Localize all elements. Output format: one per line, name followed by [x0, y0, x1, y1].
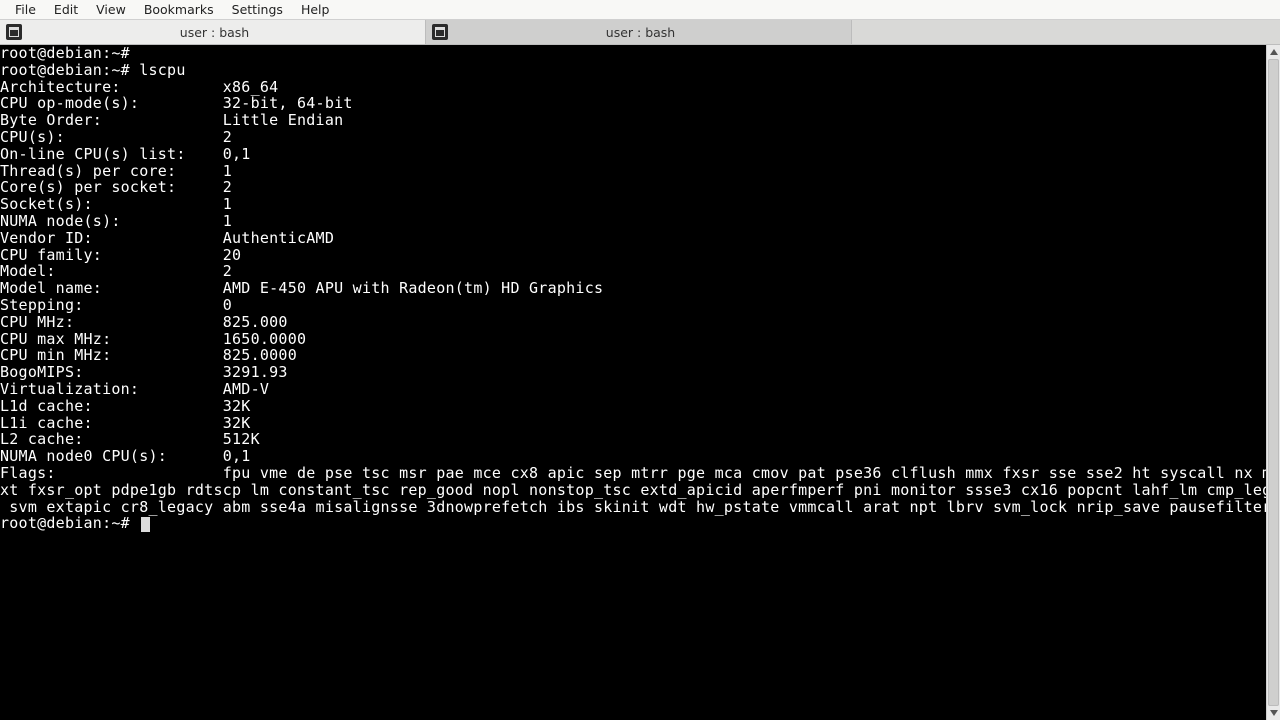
- menu-edit[interactable]: Edit: [45, 1, 87, 18]
- terminal-line: On-line CPU(s) list: 0,1: [0, 146, 1266, 163]
- terminal-line: NUMA node(s): 1: [0, 213, 1266, 230]
- terminal-line: svm extapic cr8_legacy abm sse4a misalig…: [0, 499, 1266, 516]
- tab-title: user : bash: [454, 25, 851, 40]
- terminal-line: root@debian:~#: [0, 45, 1266, 62]
- block-cursor: [141, 517, 150, 532]
- terminal-line: CPU family: 20: [0, 247, 1266, 264]
- terminal-line: L1i cache: 32K: [0, 415, 1266, 432]
- menu-bookmarks[interactable]: Bookmarks: [135, 1, 223, 18]
- terminal-line: root@debian:~# lscpu: [0, 62, 1266, 79]
- terminal-icon: [6, 24, 22, 40]
- tab-bar: user : bash user : bash: [0, 20, 1280, 45]
- scrollbar-thumb[interactable]: [1268, 59, 1279, 706]
- tab-1[interactable]: user : bash: [0, 20, 426, 44]
- text-cursor-icon: [1223, 696, 1224, 712]
- terminal-line: Flags: fpu vme de pse tsc msr pae mce cx…: [0, 465, 1266, 482]
- terminal-line: Thread(s) per core: 1: [0, 163, 1266, 180]
- terminal-line: Architecture: x86_64: [0, 79, 1266, 96]
- terminal-line: CPU min MHz: 825.0000: [0, 347, 1266, 364]
- terminal-line: xt fxsr_opt pdpe1gb rdtscp lm constant_t…: [0, 482, 1266, 499]
- menu-bar: File Edit View Bookmarks Settings Help: [0, 0, 1280, 20]
- menu-file[interactable]: File: [6, 1, 45, 18]
- terminal-line: Model name: AMD E-450 APU with Radeon(tm…: [0, 280, 1266, 297]
- terminal-line: Stepping: 0: [0, 297, 1266, 314]
- terminal-line: Vendor ID: AuthenticAMD: [0, 230, 1266, 247]
- terminal-viewport[interactable]: root@debian:~#root@debian:~# lscpuArchit…: [0, 45, 1280, 720]
- tab-title: user : bash: [28, 25, 425, 40]
- terminal-line: L1d cache: 32K: [0, 398, 1266, 415]
- scrollbar-track[interactable]: [1267, 59, 1280, 706]
- terminal-icon: [432, 24, 448, 40]
- terminal-line: Socket(s): 1: [0, 196, 1266, 213]
- menu-help[interactable]: Help: [292, 1, 339, 18]
- terminal-line: Byte Order: Little Endian: [0, 112, 1266, 129]
- terminal-line: CPU MHz: 825.000: [0, 314, 1266, 331]
- scroll-down-button[interactable]: [1267, 706, 1280, 720]
- terminal-line: Core(s) per socket: 2: [0, 179, 1266, 196]
- vertical-scrollbar[interactable]: [1266, 45, 1280, 720]
- terminal-line: Model: 2: [0, 263, 1266, 280]
- terminal-line: CPU op-mode(s): 32-bit, 64-bit: [0, 95, 1266, 112]
- terminal-line: Virtualization: AMD-V: [0, 381, 1266, 398]
- terminal-prompt: root@debian:~#: [0, 515, 1266, 532]
- terminal-line: NUMA node0 CPU(s): 0,1: [0, 448, 1266, 465]
- scroll-up-button[interactable]: [1267, 45, 1280, 59]
- terminal-content: root@debian:~#root@debian:~# lscpuArchit…: [0, 45, 1266, 720]
- terminal-line: CPU(s): 2: [0, 129, 1266, 146]
- terminal-line: CPU max MHz: 1650.0000: [0, 331, 1266, 348]
- terminal-line: BogoMIPS: 3291.93: [0, 364, 1266, 381]
- menu-settings[interactable]: Settings: [223, 1, 292, 18]
- menu-view[interactable]: View: [87, 1, 135, 18]
- terminal-window: File Edit View Bookmarks Settings Help u…: [0, 0, 1280, 720]
- tab-2[interactable]: user : bash: [426, 20, 852, 44]
- terminal-line: L2 cache: 512K: [0, 431, 1266, 448]
